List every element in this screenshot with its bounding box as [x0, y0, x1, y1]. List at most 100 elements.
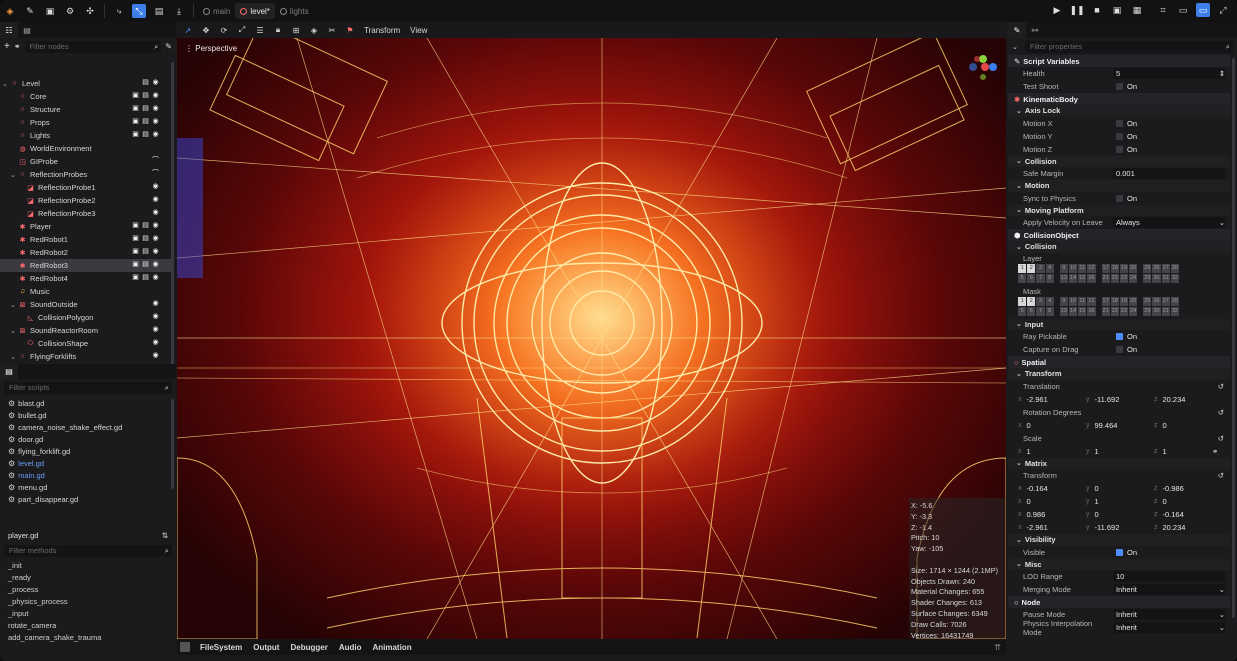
- matrix-row[interactable]: x 0.986 y 0 z -0.164: [1008, 508, 1230, 521]
- layer-bit[interactable]: 22: [1110, 273, 1119, 283]
- select-tool-icon[interactable]: ✎: [23, 4, 37, 18]
- movie-icon[interactable]: ▣: [132, 222, 139, 230]
- editor-settings-icon[interactable]: ✣: [83, 4, 97, 18]
- ray-pickable-checkbox[interactable]: On: [1113, 331, 1225, 342]
- eye-visible-icon[interactable]: ◉: [152, 274, 159, 282]
- script-icon[interactable]: ▤: [142, 118, 149, 126]
- layer-bit[interactable]: 14: [1068, 273, 1078, 283]
- filter-methods-input[interactable]: Filter methods ⌕: [4, 544, 172, 557]
- section-node[interactable]: ○ Node: [1008, 596, 1230, 608]
- preview-sun-icon[interactable]: ⚑: [341, 23, 359, 37]
- link-icon[interactable]: ⚭: [1212, 447, 1218, 456]
- tree-item[interactable]: ⌄ ○ FlyingForklifts ◉: [0, 350, 172, 363]
- mask-bit[interactable]: 3: [1036, 296, 1045, 306]
- current-script-row[interactable]: player.gd ⇅: [0, 529, 176, 542]
- tree-item[interactable]: ○ Structure ▣ ▤ ◉: [0, 103, 172, 116]
- pause-icon[interactable]: ❚❚: [1069, 3, 1084, 17]
- mask-bit[interactable]: 15: [1078, 306, 1087, 316]
- collapsed-icon[interactable]: ⌒: [152, 170, 159, 178]
- motion-y-checkbox[interactable]: On: [1113, 131, 1225, 142]
- layer-bit[interactable]: 25: [1143, 263, 1152, 273]
- add-node-icon[interactable]: +: [4, 41, 10, 52]
- rotation-y[interactable]: 99.464: [1095, 421, 1118, 430]
- group-transform[interactable]: ⌄ Transform: [1008, 368, 1230, 380]
- revert-icon[interactable]: ↺: [1218, 434, 1224, 443]
- tree-item[interactable]: ✱ RedRobot1 ▣ ▤ ◉: [0, 233, 172, 246]
- scene-tab-main[interactable]: main: [198, 3, 235, 19]
- layer-bit[interactable]: 30: [1152, 273, 1161, 283]
- script-item[interactable]: ⚙ camera_noise_shake_effect.gd: [0, 421, 172, 433]
- layer-bit[interactable]: 11: [1078, 263, 1087, 273]
- lod-range-field[interactable]: 10: [1113, 571, 1225, 582]
- eye-visible-icon[interactable]: ◉: [152, 92, 159, 100]
- eye-visible-icon[interactable]: ◉: [152, 352, 159, 360]
- mask-bit[interactable]: 11: [1078, 296, 1087, 306]
- perspective-label[interactable]: ⋮ Perspective: [185, 44, 237, 53]
- mask-bit[interactable]: 31: [1161, 306, 1170, 316]
- script-icon[interactable]: ▤: [142, 79, 149, 87]
- distraction-free-icon[interactable]: ▭: [1196, 3, 1210, 17]
- layer-bit[interactable]: 4: [1045, 263, 1054, 273]
- group-input[interactable]: ⌄ Input: [1008, 318, 1230, 330]
- layer-bit[interactable]: 26: [1152, 263, 1161, 273]
- movie-icon[interactable]: ▣: [132, 92, 139, 100]
- method-item[interactable]: rotate_camera: [0, 619, 176, 631]
- matrix-cell[interactable]: x0: [1018, 497, 1086, 506]
- bottom-tab-output[interactable]: Output: [253, 643, 279, 652]
- test-shoot-checkbox[interactable]: On: [1113, 81, 1225, 92]
- section-spatial[interactable]: ○ Spatial: [1008, 356, 1230, 368]
- eye-visible-icon[interactable]: ◉: [152, 326, 159, 334]
- local-space-icon[interactable]: ◈: [305, 23, 323, 37]
- matrix-cell[interactable]: y1: [1086, 497, 1154, 506]
- matrix-cell[interactable]: x -0.164: [1018, 484, 1086, 493]
- script-icon[interactable]: ▤: [142, 261, 149, 269]
- translation-y[interactable]: -11.692: [1095, 395, 1120, 404]
- tree-item[interactable]: ✱ RedRobot4 ▣ ▤ ◉: [0, 272, 172, 285]
- tree-item[interactable]: ◪ ReflectionProbe1 ◉: [0, 181, 172, 194]
- safe-margin-field[interactable]: 0.001: [1113, 168, 1225, 179]
- node-tool-icon[interactable]: ⤷: [112, 4, 126, 18]
- scale-x[interactable]: 1: [1027, 447, 1031, 456]
- script-item[interactable]: ⚙ part_disappear.gd: [0, 493, 172, 505]
- layer-bit[interactable]: 9: [1059, 263, 1068, 273]
- mask-bit[interactable]: 9: [1059, 296, 1068, 306]
- tree-item[interactable]: ⌄ ⊠ SoundReactorRoom ◉: [0, 324, 172, 337]
- eye-visible-icon[interactable]: ◉: [152, 235, 159, 243]
- script-item[interactable]: ⚙ level.gd: [0, 457, 172, 469]
- eye-visible-icon[interactable]: ◉: [152, 222, 159, 230]
- stop-icon[interactable]: ■: [1090, 3, 1104, 17]
- layer-bit[interactable]: 19: [1119, 263, 1129, 273]
- matrix-cell[interactable]: y -11.692: [1086, 523, 1154, 532]
- select-mode-icon[interactable]: ➚: [179, 23, 197, 37]
- matrix-row[interactable]: x -0.164 y 0 z -0.986: [1008, 482, 1230, 495]
- matrix-cell[interactable]: z -0.986: [1154, 484, 1222, 493]
- revert-icon[interactable]: ↺: [1218, 382, 1224, 391]
- script-icon[interactable]: ▤: [142, 92, 149, 100]
- movie-icon[interactable]: ▣: [132, 274, 139, 282]
- rotate-mode-icon[interactable]: ⟳: [215, 23, 233, 37]
- play-icon[interactable]: ▶: [1050, 3, 1064, 17]
- rotation-z[interactable]: 0: [1163, 421, 1167, 430]
- scene-tab-level[interactable]: level*: [235, 3, 275, 19]
- group-misc[interactable]: ⌄ Misc: [1008, 558, 1230, 570]
- layer-bit[interactable]: 13: [1059, 273, 1068, 283]
- bottom-tab-animation[interactable]: Animation: [372, 643, 411, 652]
- import-tab-icon[interactable]: ▤: [18, 22, 36, 38]
- group-visibility[interactable]: ⌄ Visibility: [1008, 534, 1230, 546]
- tree-item[interactable]: ○ Props ▣ ▤ ◉: [0, 116, 172, 129]
- method-item[interactable]: _init: [0, 559, 176, 571]
- mask-bit[interactable]: 26: [1152, 296, 1161, 306]
- fullscreen-icon[interactable]: ⤢: [1216, 3, 1230, 17]
- mask-bit[interactable]: 14: [1068, 306, 1078, 316]
- transform-menu[interactable]: Transform: [364, 26, 400, 35]
- play-scene-icon[interactable]: ▣: [1110, 3, 1124, 17]
- capture-drag-checkbox[interactable]: On: [1113, 344, 1225, 355]
- mask-bit[interactable]: 20: [1129, 296, 1138, 306]
- method-item[interactable]: _input: [0, 607, 176, 619]
- script-item[interactable]: ⚙ bullet.gd: [0, 409, 172, 421]
- script-icon[interactable]: ▤: [142, 131, 149, 139]
- group-collision-layers[interactable]: ⌄ Collision: [1008, 241, 1230, 253]
- script-item[interactable]: ⚙ main.gd: [0, 469, 172, 481]
- mask-bit[interactable]: 5: [1018, 306, 1027, 316]
- script-tool-icon[interactable]: ▤: [152, 4, 166, 18]
